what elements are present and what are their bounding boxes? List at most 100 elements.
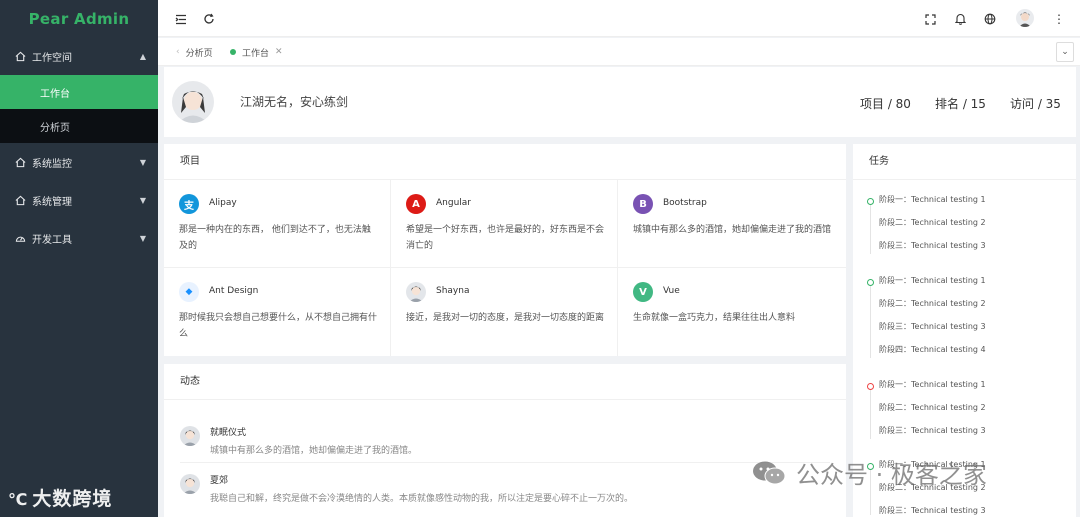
chevron-down-icon: ▼ <box>139 195 146 205</box>
project-name: Ant Design <box>209 286 259 296</box>
timeline-dot-icon <box>867 279 874 286</box>
task-item: 阶段三：Technical testing 3 <box>879 426 986 435</box>
task-item: 阶段一：Technical testing 1 <box>879 276 986 285</box>
menu-group-monitor: 系统监控 ▼ <box>0 143 158 181</box>
ant-design-icon: ◆ <box>179 282 199 302</box>
watermark-right: 公众号 · 极客之家 <box>752 455 987 490</box>
menu-devtools[interactable]: 开发工具 ▼ <box>0 219 158 257</box>
project-item-bootstrap[interactable]: B Bootstrap 城镇中有那么多的酒馆，她却偏偏走进了我的酒馆 <box>618 180 846 268</box>
tab-workbench-label: 工作台 <box>242 48 270 59</box>
timeline-line <box>870 281 871 358</box>
activity-name: 夏郊 <box>210 476 229 486</box>
project-item-vue[interactable]: V Vue 生命就像一盒巧克力，结果往往出人意料 <box>618 268 846 356</box>
activity-desc: 我聪自己和解，终究是做不会冷漠绝情的人类。本质就像感性动物的我，所以注定是要心碎… <box>210 494 634 504</box>
project-name: Vue <box>663 286 680 296</box>
menu-system-label: 系统管理 <box>32 196 72 208</box>
task-item: 阶段一：Technical testing 1 <box>879 195 986 204</box>
brand-mark-icon: ℃ <box>8 490 29 509</box>
profile-motto: 江湖无名，安心练剑 <box>240 95 349 109</box>
tab-bar: ‹ 分析页 工作台 ✕ ⌄ <box>158 38 1080 66</box>
submenu-workspace: 工作台 分析页 <box>0 75 158 143</box>
angular-icon: A <box>406 194 426 214</box>
chevron-down-icon: ▼ <box>139 233 146 243</box>
project-name: Shayna <box>436 286 470 296</box>
stat-projects: 项目 / 80 <box>860 97 911 111</box>
dashboard-icon <box>14 232 26 244</box>
project-desc: 生命就像一盒巧克力，结果往往出人意料 <box>633 313 796 323</box>
tab-analysis-label: 分析页 <box>185 48 213 59</box>
active-dot-icon <box>230 49 236 55</box>
avatar <box>180 426 200 446</box>
project-desc: 希望是一个好东西，也许是最好的，好东西是不会消亡的 <box>406 225 605 251</box>
menu-workspace[interactable]: 工作空间 ▲ <box>0 37 158 75</box>
sidebar-item-workbench[interactable]: 工作台 <box>0 75 158 109</box>
alipay-icon: 支 <box>179 194 199 214</box>
activity-name: 就眠仪式 <box>210 428 247 438</box>
activity-item: 夏郊 我聪自己和解，终究是做不会冷漠绝情的人类。本质就像感性动物的我，所以注定是… <box>180 467 830 511</box>
menu-devtools-label: 开发工具 <box>32 234 72 246</box>
close-icon[interactable]: ✕ <box>275 47 283 57</box>
bootstrap-icon: B <box>633 194 653 214</box>
refresh-icon[interactable] <box>202 12 216 26</box>
user-avatar[interactable] <box>1016 9 1034 27</box>
project-item-alipay[interactable]: 支 Alipay 那是一种内在的东西， 他们到达不了，也无法触及的 <box>164 180 391 268</box>
avatar-icon <box>406 282 426 302</box>
timeline-line <box>870 200 871 254</box>
home-icon <box>14 156 26 168</box>
chevron-down-icon: ▼ <box>139 157 146 167</box>
project-desc: 那时候我只会想自己想要什么，从不想自己拥有什么 <box>179 313 378 339</box>
top-header: ⋮ <box>158 0 1080 37</box>
tab-analysis[interactable]: ‹ 分析页 <box>170 42 219 62</box>
menu-group-system: 系统管理 ▼ <box>0 181 158 219</box>
fullscreen-icon[interactable] <box>923 12 937 26</box>
tab-workbench[interactable]: 工作台 ✕ <box>224 42 289 62</box>
activity-desc: 城镇中有那么多的酒馆，她却偏偏走进了我的酒馆。 <box>210 446 418 456</box>
tab-dropdown-button[interactable]: ⌄ <box>1056 42 1074 62</box>
task-group: 阶段一：Technical testing 1 阶段二：Technical te… <box>867 194 1067 254</box>
watermark-right-text: 公众号 · 极客之家 <box>796 461 987 489</box>
task-item: 阶段三：Technical testing 3 <box>879 322 986 331</box>
menu-system[interactable]: 系统管理 ▼ <box>0 181 158 219</box>
activity-card: 动态 就眠仪式 城镇中有那么多的酒馆，她却偏偏走进了我的酒馆。 夏郊 我聪自己和… <box>164 364 846 517</box>
home-icon <box>14 50 26 62</box>
sidebar-item-analysis[interactable]: 分析页 <box>0 109 158 143</box>
timeline-dot-icon <box>867 383 874 390</box>
task-item: 阶段三：Technical testing 3 <box>879 506 986 515</box>
bell-icon[interactable] <box>953 12 967 26</box>
task-group: 阶段一：Technical testing 1 阶段二：Technical te… <box>867 275 1067 358</box>
chevron-up-icon: ▲ <box>139 51 146 61</box>
stat-rank: 排名 / 15 <box>935 97 986 111</box>
menu-monitor[interactable]: 系统监控 ▼ <box>0 143 158 181</box>
projects-card: 项目 支 Alipay 那是一种内在的东西， 他们到达不了，也无法触及的 A A… <box>164 144 846 356</box>
chevron-down-icon: ⌄ <box>1061 47 1069 57</box>
project-desc: 那是一种内在的东西， 他们到达不了，也无法触及的 <box>179 225 371 251</box>
task-item: 阶段二：Technical testing 2 <box>879 218 986 227</box>
vue-icon: V <box>633 282 653 302</box>
menu-fold-icon[interactable] <box>174 12 188 26</box>
task-item: 阶段二：Technical testing 2 <box>879 403 986 412</box>
profile-card: 江湖无名，安心练剑 项目 / 80 排名 / 15 访问 / 35 <box>164 67 1076 137</box>
app-logo[interactable]: Pear Admin <box>0 0 158 37</box>
activity-item: 就眠仪式 城镇中有那么多的酒馆，她却偏偏走进了我的酒馆。 <box>180 419 830 463</box>
task-item: 阶段一：Technical testing 1 <box>879 380 986 389</box>
task-item: 阶段三：Technical testing 3 <box>879 241 986 250</box>
sidebar: Pear Admin 工作空间 ▲ 工作台 分析页 系统监控 ▼ 系统管理 ▼ … <box>0 0 158 517</box>
project-name: Bootstrap <box>663 198 707 208</box>
globe-icon[interactable] <box>983 12 997 26</box>
wechat-icon <box>753 461 786 484</box>
projects-title: 项目 <box>164 144 846 180</box>
project-item-angular[interactable]: A Angular 希望是一个好东西，也许是最好的，好东西是不会消亡的 <box>391 180 618 268</box>
timeline-line <box>870 385 871 439</box>
tasks-title: 任务 <box>853 144 1076 180</box>
timeline-dot-icon <box>867 198 874 205</box>
more-vertical-icon[interactable]: ⋮ <box>1052 12 1066 26</box>
stat-visits: 访问 / 35 <box>1010 97 1061 111</box>
project-item-ant-design[interactable]: ◆ Ant Design 那时候我只会想自己想要什么，从不想自己拥有什么 <box>164 268 391 356</box>
activity-title: 动态 <box>164 364 846 400</box>
menu-group-devtools: 开发工具 ▼ <box>0 219 158 257</box>
project-name: Alipay <box>209 198 237 208</box>
menu-workspace-label: 工作空间 <box>32 52 72 64</box>
project-item-shayna[interactable]: Shayna 接近，是我对一切的态度，是我对一切态度的距离 <box>391 268 618 356</box>
project-desc: 接近，是我对一切的态度，是我对一切态度的距离 <box>406 313 605 323</box>
home-icon <box>14 194 26 206</box>
